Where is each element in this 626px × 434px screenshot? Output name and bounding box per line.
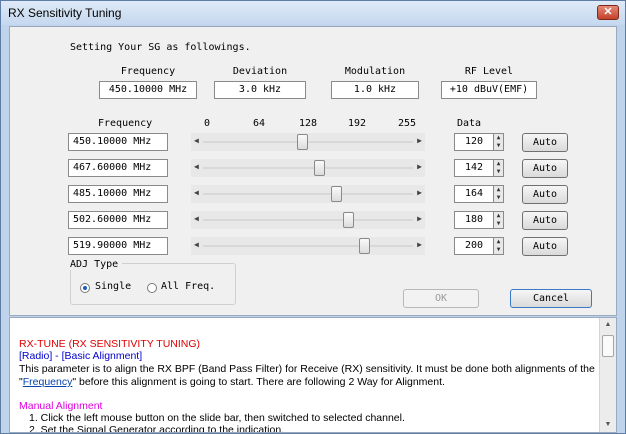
rx-sensitivity-window: RX Sensitivity Tuning ✕ Setting Your SG … [0, 0, 626, 434]
data-value-input[interactable]: 200 [454, 237, 494, 255]
slider-trough [203, 167, 413, 169]
spin-up-icon[interactable]: ▲ [494, 186, 503, 194]
row-frequency: 485.10000 MHz [68, 185, 168, 203]
data-column-header: Data [457, 118, 482, 129]
data-slider[interactable]: ◀ ▶ [191, 159, 425, 177]
spin-down-icon[interactable]: ▼ [494, 246, 503, 254]
cancel-button[interactable]: Cancel [510, 289, 592, 308]
scroll-right-icon[interactable]: ▶ [417, 188, 422, 197]
scroll-left-icon[interactable]: ◀ [194, 240, 199, 249]
spin-down-icon[interactable]: ▼ [494, 220, 503, 228]
spin-up-icon[interactable]: ▲ [494, 212, 503, 220]
step-1: 1. Click the left mouse button on the sl… [29, 412, 405, 424]
auto-button[interactable]: Auto [522, 237, 568, 256]
data-value-input[interactable]: 180 [454, 211, 494, 229]
sg-deviation-value: 3.0 kHz [214, 81, 306, 99]
row-frequency: 502.60000 MHz [68, 211, 168, 229]
data-slider[interactable]: ◀ ▶ [191, 237, 425, 255]
data-slider[interactable]: ◀ ▶ [191, 133, 425, 151]
rf-level-header: RF Level [464, 66, 514, 77]
spin-down-icon[interactable]: ▼ [494, 142, 503, 150]
data-spinner[interactable]: ▲ ▼ [494, 185, 504, 203]
row-frequency: 450.10000 MHz [68, 133, 168, 151]
sg-frequency-value: 450.10000 MHz [99, 81, 197, 99]
window-title: RX Sensitivity Tuning [8, 6, 122, 20]
all-freq-radio-label[interactable]: All Freq. [161, 281, 215, 292]
single-radio-label[interactable]: Single [95, 281, 131, 292]
help-paragraph-2: "Frequency" before this alignment is goi… [19, 376, 445, 388]
ok-button[interactable]: OK [403, 289, 479, 308]
slider-thumb[interactable] [359, 238, 371, 254]
scroll-left-icon[interactable]: ◀ [194, 136, 199, 145]
scroll-right-icon[interactable]: ▶ [417, 240, 422, 249]
manual-alignment-title: Manual Alignment [19, 400, 103, 412]
scroll-down-icon[interactable]: ▼ [600, 418, 616, 432]
scale-tick-64: 64 [253, 118, 266, 129]
modulation-header: Modulation [344, 66, 406, 77]
scroll-up-icon[interactable]: ▲ [600, 318, 616, 332]
data-spinner[interactable]: ▲ ▼ [494, 159, 504, 177]
step-2: 2. Set the Signal Generator according to… [29, 424, 285, 433]
single-radio[interactable] [80, 283, 90, 293]
scale-tick-0: 0 [204, 118, 211, 129]
data-value-input[interactable]: 142 [454, 159, 494, 177]
data-slider[interactable]: ◀ ▶ [191, 211, 425, 229]
row-frequency: 467.60000 MHz [68, 159, 168, 177]
spin-up-icon[interactable]: ▲ [494, 134, 503, 142]
data-value-input[interactable]: 164 [454, 185, 494, 203]
help-paragraph: This parameter is to align the RX BPF (B… [19, 363, 595, 375]
scroll-right-icon[interactable]: ▶ [417, 136, 422, 145]
data-spinner[interactable]: ▲ ▼ [494, 211, 504, 229]
sg-modulation-value: 1.0 kHz [331, 81, 419, 99]
settings-panel: Setting Your SG as followings. Frequency… [9, 26, 617, 316]
slider-trough [203, 245, 413, 247]
slider-thumb[interactable] [330, 186, 342, 202]
scroll-left-icon[interactable]: ◀ [194, 162, 199, 171]
title-bar[interactable]: RX Sensitivity Tuning ✕ [1, 1, 625, 25]
scroll-right-icon[interactable]: ▶ [417, 162, 422, 171]
data-spinner[interactable]: ▲ ▼ [494, 133, 504, 151]
help-title: RX-TUNE (RX SENSITIVITY TUNING) [19, 338, 201, 350]
data-value-input[interactable]: 120 [454, 133, 494, 151]
spin-down-icon[interactable]: ▼ [494, 194, 503, 202]
scroll-right-icon[interactable]: ▶ [417, 214, 422, 223]
slider-thumb[interactable] [343, 212, 355, 228]
scale-tick-192: 192 [348, 118, 367, 129]
spin-up-icon[interactable]: ▲ [494, 238, 503, 246]
data-spinner[interactable]: ▲ ▼ [494, 237, 504, 255]
help-scrollbar[interactable]: ▲ ▼ [599, 318, 616, 432]
help-path: [Radio] - [Basic Alignment] [19, 350, 143, 362]
frequency-header: Frequency [120, 66, 176, 77]
slider-thumb[interactable] [296, 134, 308, 150]
auto-button[interactable]: Auto [522, 211, 568, 230]
row-frequency: 519.90000 MHz [68, 237, 168, 255]
slider-trough [203, 141, 413, 143]
slider-trough [203, 219, 413, 221]
scale-tick-128: 128 [299, 118, 318, 129]
spin-down-icon[interactable]: ▼ [494, 168, 503, 176]
sg-rf-level-value: +10 dBuV(EMF) [441, 81, 537, 99]
data-slider[interactable]: ◀ ▶ [191, 185, 425, 203]
scroll-left-icon[interactable]: ◀ [194, 188, 199, 197]
close-button[interactable]: ✕ [597, 5, 619, 20]
frequency-link[interactable]: Frequency [23, 376, 73, 388]
help-scroll-thumb[interactable] [602, 335, 614, 357]
help-pane: RX-TUNE (RX SENSITIVITY TUNING) [Radio] … [9, 317, 617, 433]
adj-type-title: ADJ Type [70, 259, 123, 270]
auto-button[interactable]: Auto [522, 159, 568, 178]
help-paragraph-2-text: " before this alignment is going to star… [72, 376, 445, 388]
slider-thumb[interactable] [313, 160, 325, 176]
scale-tick-255: 255 [398, 118, 417, 129]
spin-up-icon[interactable]: ▲ [494, 160, 503, 168]
all-freq-radio[interactable] [147, 283, 157, 293]
sg-heading: Setting Your SG as followings. [70, 42, 251, 53]
auto-button[interactable]: Auto [522, 185, 568, 204]
slider-trough [203, 193, 413, 195]
scroll-left-icon[interactable]: ◀ [194, 214, 199, 223]
close-icon: ✕ [603, 6, 613, 18]
deviation-header: Deviation [232, 66, 288, 77]
frequency-column-header: Frequency [98, 118, 153, 129]
auto-button[interactable]: Auto [522, 133, 568, 152]
